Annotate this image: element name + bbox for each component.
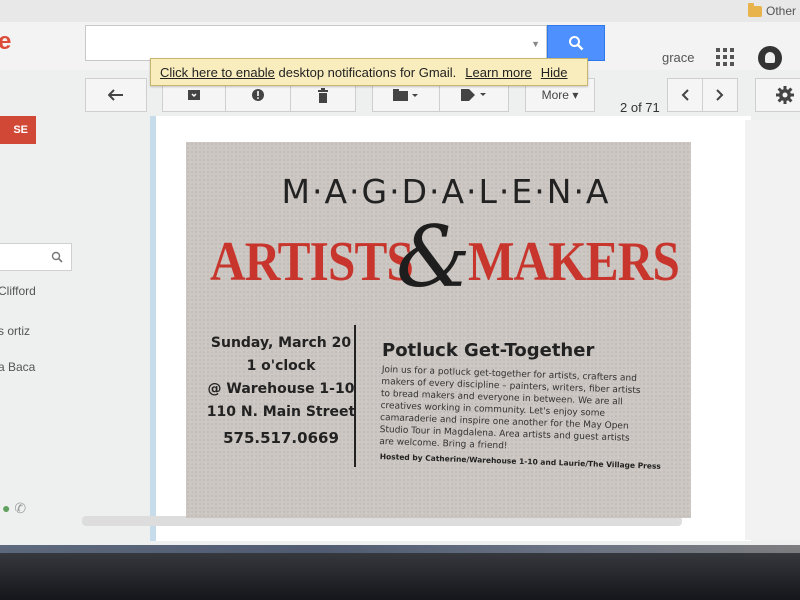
chevron-right-icon xyxy=(716,89,724,101)
learn-more-link[interactable]: Learn more xyxy=(465,65,531,80)
monitor-bezel xyxy=(0,545,800,600)
flyer-divider xyxy=(354,325,356,467)
banner-text-1[interactable]: Click here to xyxy=(160,65,236,80)
label-tag-icon xyxy=(461,89,486,101)
search-input[interactable]: ▼ xyxy=(85,25,547,61)
banner-text-2: desktop notifications for Gmail. xyxy=(274,64,457,80)
flyer-body-text: Join us for a potluck get-together for a… xyxy=(379,364,641,452)
browser-bookmarks-bar: Other xyxy=(0,0,800,23)
chevron-left-icon xyxy=(681,89,689,101)
user-name[interactable]: grace xyxy=(662,50,695,65)
older-button[interactable] xyxy=(702,78,738,112)
compose-button[interactable]: SE xyxy=(0,116,36,144)
flyer-phone: 575.517.0669 xyxy=(223,429,339,447)
bookmark-folder-other[interactable]: Other xyxy=(747,2,796,18)
flyer-event-details: Sunday, March 20 1 o'clock @ Warehouse 1… xyxy=(206,332,356,424)
flyer-date: Sunday, March 20 xyxy=(210,335,352,351)
spam-icon xyxy=(252,89,264,101)
search-icon xyxy=(569,36,584,51)
notifications-icon[interactable] xyxy=(758,46,782,70)
back-button[interactable] xyxy=(85,78,147,112)
search-icon xyxy=(51,251,63,263)
phone-icon[interactable]: ✆ xyxy=(14,500,26,516)
back-arrow-icon xyxy=(108,89,123,101)
settings-button[interactable] xyxy=(755,78,800,112)
hangouts-icons[interactable]: ● ✆ xyxy=(2,500,26,517)
flyer-makers-word: MAKERS xyxy=(468,231,680,293)
contact-item[interactable]: s ortiz xyxy=(0,324,30,338)
search-options-icon[interactable]: ▼ xyxy=(531,39,540,49)
contact-item[interactable]: Clifford xyxy=(0,284,36,298)
newer-button[interactable] xyxy=(667,78,703,112)
hide-link[interactable]: Hide xyxy=(541,65,568,80)
flyer-artists-word: ARTISTS xyxy=(210,231,414,293)
monitor-edge-glare xyxy=(0,545,800,553)
flyer-title: M·A·G·D·A·L·E·N·A xyxy=(281,172,611,211)
bookmark-label: Other xyxy=(765,4,796,18)
folder-icon xyxy=(747,2,762,17)
event-flyer-image: M·A·G·D·A·L·E·N·A ARTISTS & MAKERS Sunda… xyxy=(186,142,691,518)
flyer-heading: Potluck Get-Together xyxy=(382,340,595,361)
archive-icon xyxy=(188,90,200,100)
flyer-time: 1 o'clock xyxy=(246,358,316,374)
right-margin xyxy=(745,120,800,540)
search-button[interactable] xyxy=(547,25,605,61)
flyer-location: @ Warehouse 1-10 xyxy=(207,381,355,397)
hangouts-icon[interactable]: ● xyxy=(2,500,10,516)
gear-icon xyxy=(776,86,794,104)
desktop-notification-banner: Click here to enable desktop notificatio… xyxy=(150,58,588,86)
trash-icon xyxy=(318,87,328,103)
gmail-logo[interactable]: e xyxy=(0,28,11,56)
folder-move-icon xyxy=(393,89,418,101)
banner-enable-link[interactable]: enable xyxy=(236,65,275,80)
pagination-count: 2 of 71 xyxy=(620,100,660,115)
apps-grid-icon[interactable] xyxy=(716,48,734,66)
contact-item[interactable]: a Baca xyxy=(0,360,35,374)
contacts-search-button[interactable] xyxy=(44,244,70,270)
screen: Other e ▼ grace More ▾ 2 of 71 Click her… xyxy=(0,0,800,560)
flyer-ampersand: & xyxy=(396,208,471,306)
flyer-address: 110 N. Main Street xyxy=(206,404,356,420)
